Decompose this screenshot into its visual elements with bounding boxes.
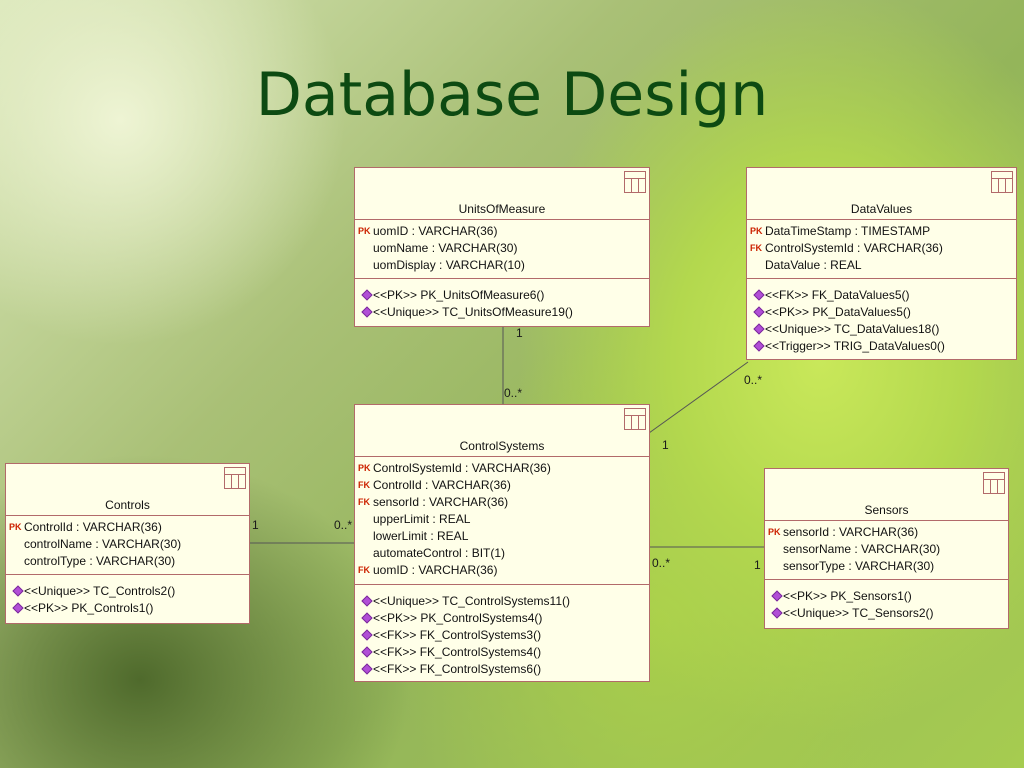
attribute-row: controlType : VARCHAR(30) bbox=[24, 554, 176, 568]
attribute-row: DataValue : REAL bbox=[765, 258, 862, 272]
operation-list: <<Unique>> TC_ControlSystems11() <<PK>> … bbox=[355, 585, 649, 678]
method-icon bbox=[753, 340, 765, 352]
operation-list: <<PK>> PK_Sensors1() <<Unique>> TC_Senso… bbox=[765, 580, 1008, 622]
operation-row: <<FK>> FK_ControlSystems3() bbox=[355, 627, 649, 644]
primary-key-icon: PK bbox=[358, 463, 371, 473]
foreign-key-icon: FK bbox=[750, 243, 762, 253]
operation-row: <<Unique>> TC_ControlSystems11() bbox=[355, 593, 649, 610]
multiplicity-label: 0..* bbox=[652, 556, 671, 570]
table-icon bbox=[224, 467, 246, 489]
attribute-row: PK sensorId : VARCHAR(36) bbox=[768, 525, 919, 539]
attribute-row: PK ControlSystemId : VARCHAR(36) bbox=[358, 461, 551, 475]
table-icon bbox=[624, 171, 646, 193]
multiplicity-label: 0..* bbox=[334, 518, 353, 532]
attribute-row: uomDisplay : VARCHAR(10) bbox=[373, 258, 525, 272]
method-icon bbox=[361, 663, 373, 675]
class-header: DataValues bbox=[747, 168, 1016, 220]
operation-list: <<PK>> PK_UnitsOfMeasure6() <<Unique>> T… bbox=[355, 279, 649, 321]
attribute-row: upperLimit : REAL bbox=[373, 512, 471, 526]
operation-row: <<PK>> PK_DataValues5() bbox=[747, 304, 1016, 321]
attribute-list: PK DataTimeStamp : TIMESTAMP FK ControlSys… bbox=[747, 220, 1016, 279]
multiplicity-label: 1 bbox=[252, 518, 259, 532]
primary-key-icon: PK bbox=[768, 527, 781, 537]
class-header: ControlSystems bbox=[355, 405, 649, 457]
attribute-row: sensorType : VARCHAR(30) bbox=[783, 559, 935, 573]
class-header: Sensors bbox=[765, 469, 1008, 521]
attribute-row: PK ControlId : VARCHAR(36) bbox=[9, 520, 162, 534]
attribute-list: PK uomID : VARCHAR(36) uomName : VARCHAR(… bbox=[355, 220, 649, 279]
method-icon bbox=[361, 646, 373, 658]
attribute-row: FK ControlSystemId : VARCHAR(36) bbox=[750, 241, 943, 255]
attribute-row: sensorName : VARCHAR(30) bbox=[783, 542, 941, 556]
class-name: DataValues bbox=[850, 202, 913, 216]
operation-row: <<FK>> FK_ControlSystems4() bbox=[355, 644, 649, 661]
method-icon bbox=[361, 306, 373, 318]
foreign-key-icon: FK bbox=[358, 480, 370, 490]
class-name: UnitsOfMeasure bbox=[458, 202, 546, 216]
method-icon bbox=[361, 629, 373, 641]
attribute-row: PK DataTimeStamp : TIMESTAMP bbox=[750, 224, 931, 238]
method-icon bbox=[753, 289, 765, 301]
table-icon bbox=[983, 472, 1005, 494]
operation-list: <<Unique>> TC_Controls2() <<PK>> PK_Cont… bbox=[6, 575, 249, 617]
attribute-row: lowerLimit : REAL bbox=[373, 529, 469, 543]
attribute-row: FK uomID : VARCHAR(36) bbox=[358, 563, 498, 577]
operation-row: <<PK>> PK_UnitsOfMeasure6() bbox=[355, 287, 649, 304]
operation-row: <<Unique>> TC_Sensors2() bbox=[765, 605, 1008, 622]
method-icon bbox=[361, 612, 373, 624]
class-header: Controls bbox=[6, 464, 249, 516]
class-name: Controls bbox=[105, 498, 150, 512]
attribute-row: FK sensorId : VARCHAR(36) bbox=[358, 495, 509, 509]
method-icon bbox=[753, 323, 765, 335]
method-icon bbox=[361, 289, 373, 301]
operation-row: <<Unique>> TC_Controls2() bbox=[6, 583, 249, 600]
class-units-of-measure[interactable]: UnitsOfMeasure PK uomID : VARCHAR(36) uom… bbox=[354, 167, 650, 327]
class-controls[interactable]: Controls PK ControlId : VARCHAR(36) contr… bbox=[5, 463, 250, 624]
method-icon bbox=[771, 607, 783, 619]
primary-key-icon: PK bbox=[750, 226, 763, 236]
multiplicity-label: 0..* bbox=[504, 386, 523, 400]
foreign-key-icon: FK bbox=[358, 497, 370, 507]
multiplicity-label: 0..* bbox=[744, 373, 763, 387]
class-sensors[interactable]: Sensors PK sensorId : VARCHAR(36) sensorN… bbox=[764, 468, 1009, 629]
table-icon bbox=[624, 408, 646, 430]
method-icon bbox=[12, 585, 24, 597]
link-datavalues-controlsystems bbox=[648, 361, 749, 434]
operation-list: <<FK>> FK_DataValues5() <<PK>> PK_DataVa… bbox=[747, 279, 1016, 355]
attribute-row: uomName : VARCHAR(30) bbox=[373, 241, 518, 255]
attribute-row: PK uomID : VARCHAR(36) bbox=[358, 224, 498, 238]
attribute-list: PK ControlSystemId : VARCHAR(36) FK Contro… bbox=[355, 457, 649, 585]
operation-row: <<Trigger>> TRIG_DataValues0() bbox=[747, 338, 1016, 355]
multiplicity-label: 1 bbox=[662, 438, 669, 452]
primary-key-icon: PK bbox=[9, 522, 22, 532]
table-icon bbox=[991, 171, 1013, 193]
method-icon bbox=[12, 602, 24, 614]
primary-key-icon: PK bbox=[358, 226, 371, 236]
class-name: ControlSystems bbox=[459, 439, 545, 453]
class-header: UnitsOfMeasure bbox=[355, 168, 649, 220]
operation-row: <<FK>> FK_DataValues5() bbox=[747, 287, 1016, 304]
class-name: Sensors bbox=[864, 503, 909, 517]
operation-row: <<Unique>> TC_UnitsOfMeasure19() bbox=[355, 304, 649, 321]
attribute-row: automateControl : BIT(1) bbox=[373, 546, 506, 560]
operation-row: <<PK>> PK_ControlSystems4() bbox=[355, 610, 649, 627]
operation-row: <<PK>> PK_Controls1() bbox=[6, 600, 249, 617]
method-icon bbox=[361, 595, 373, 607]
method-icon bbox=[753, 306, 765, 318]
attribute-list: PK sensorId : VARCHAR(36) sensorName : VA… bbox=[765, 521, 1008, 580]
attribute-row: FK ControlId : VARCHAR(36) bbox=[358, 478, 511, 492]
multiplicity-label: 1 bbox=[516, 326, 523, 340]
class-data-values[interactable]: DataValues PK DataTimeStamp : TIMESTAMP F… bbox=[746, 167, 1017, 360]
operation-row: <<PK>> PK_Sensors1() bbox=[765, 588, 1008, 605]
operation-row: <<FK>> FK_ControlSystems6() bbox=[355, 661, 649, 678]
operation-row: <<Unique>> TC_DataValues18() bbox=[747, 321, 1016, 338]
attribute-list: PK ControlId : VARCHAR(36) controlName : … bbox=[6, 516, 249, 575]
method-icon bbox=[771, 590, 783, 602]
foreign-key-icon: FK bbox=[358, 565, 370, 575]
multiplicity-label: 1 bbox=[754, 558, 761, 572]
attribute-row: controlName : VARCHAR(30) bbox=[24, 537, 182, 551]
class-control-systems[interactable]: ControlSystems PK ControlSystemId : VARCH… bbox=[354, 404, 650, 682]
